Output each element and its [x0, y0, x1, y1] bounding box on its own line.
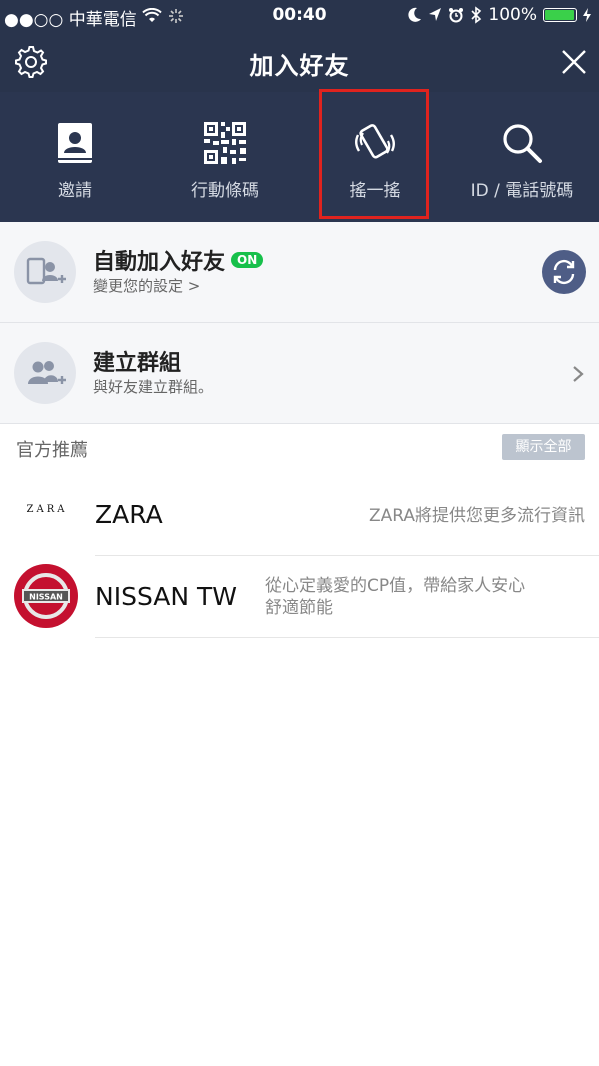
tab-invite[interactable]: 邀請 — [0, 92, 150, 222]
status-right: 100% — [408, 5, 591, 25]
chevron-right-icon — [573, 366, 584, 382]
show-all-button[interactable]: 顯示全部 — [502, 434, 585, 460]
create-group-avatar — [14, 342, 76, 404]
auto-add-title-text: 自動加入好友 — [93, 250, 226, 275]
add-contact-phone-icon — [26, 257, 66, 285]
create-group-row[interactable]: 建立群組 與好友建立群組。 — [0, 323, 599, 424]
battery-percent: 100% — [488, 5, 537, 25]
bluetooth-icon — [471, 6, 482, 24]
official-section-title: 官方推薦 — [16, 440, 88, 461]
nissan-logo: NISSAN — [14, 564, 78, 628]
add-friend-tabs: 邀請 行動條碼 搖一搖 ID / 電話號碼 — [0, 92, 599, 222]
moon-icon — [408, 7, 422, 22]
search-icon — [503, 124, 542, 163]
create-group-subtitle: 與好友建立群組。 — [93, 378, 214, 396]
alarm-icon — [449, 8, 464, 23]
qr-code-icon — [204, 122, 246, 164]
charging-icon — [583, 8, 591, 22]
nissan-logo-text: NISSAN — [29, 593, 63, 602]
official-item-nissan[interactable]: NISSAN NISSAN TW 從心定義愛的CP值，帶給家人安心 舒適節能 — [0, 556, 599, 638]
tab-qr-code-label: 行動條碼 — [191, 181, 259, 201]
refresh-icon — [553, 259, 575, 285]
official-item-name: NISSAN TW — [95, 582, 238, 611]
auto-add-title: 自動加入好友 ON — [93, 244, 264, 276]
tab-invite-label: 邀請 — [58, 181, 92, 201]
official-item-zara[interactable]: ZARA ZARA ZARA將提供您更多流行資訊 — [0, 474, 599, 556]
list-divider — [95, 637, 599, 638]
auto-add-avatar — [14, 241, 76, 303]
description-line-2: 舒適節能 — [265, 598, 333, 618]
official-item-description: 從心定義愛的CP值，帶給家人安心 舒適節能 — [265, 575, 585, 619]
status-bar: ●●○○ 中華電信 00:40 100% — [0, 0, 599, 32]
on-badge: ON — [231, 252, 264, 268]
tab-id-phone[interactable]: ID / 電話號碼 — [445, 92, 599, 222]
shake-tab-highlight — [319, 89, 429, 219]
description-line-1: 從心定義愛的CP值，帶給家人安心 — [265, 576, 526, 596]
group-add-icon — [28, 361, 66, 384]
page-title: 加入好友 — [249, 52, 350, 80]
official-item-name: ZARA — [95, 500, 163, 529]
contact-card-icon — [58, 123, 92, 163]
create-group-title: 建立群組 — [93, 351, 182, 376]
tab-id-phone-label: ID / 電話號碼 — [470, 181, 574, 201]
location-arrow-icon — [429, 8, 442, 21]
nav-header: 加入好友 — [0, 32, 599, 92]
official-item-description: ZARA將提供您更多流行資訊 — [368, 506, 585, 526]
auto-add-friends-row[interactable]: 自動加入好友 ON 變更您的設定 > — [0, 222, 599, 323]
tab-qr-code[interactable]: 行動條碼 — [150, 92, 300, 222]
battery-icon — [543, 8, 577, 22]
close-icon[interactable] — [558, 46, 590, 78]
refresh-button[interactable] — [542, 250, 586, 294]
auto-add-subtitle[interactable]: 變更您的設定 > — [93, 275, 200, 296]
zara-logo: ZARA — [26, 504, 68, 515]
